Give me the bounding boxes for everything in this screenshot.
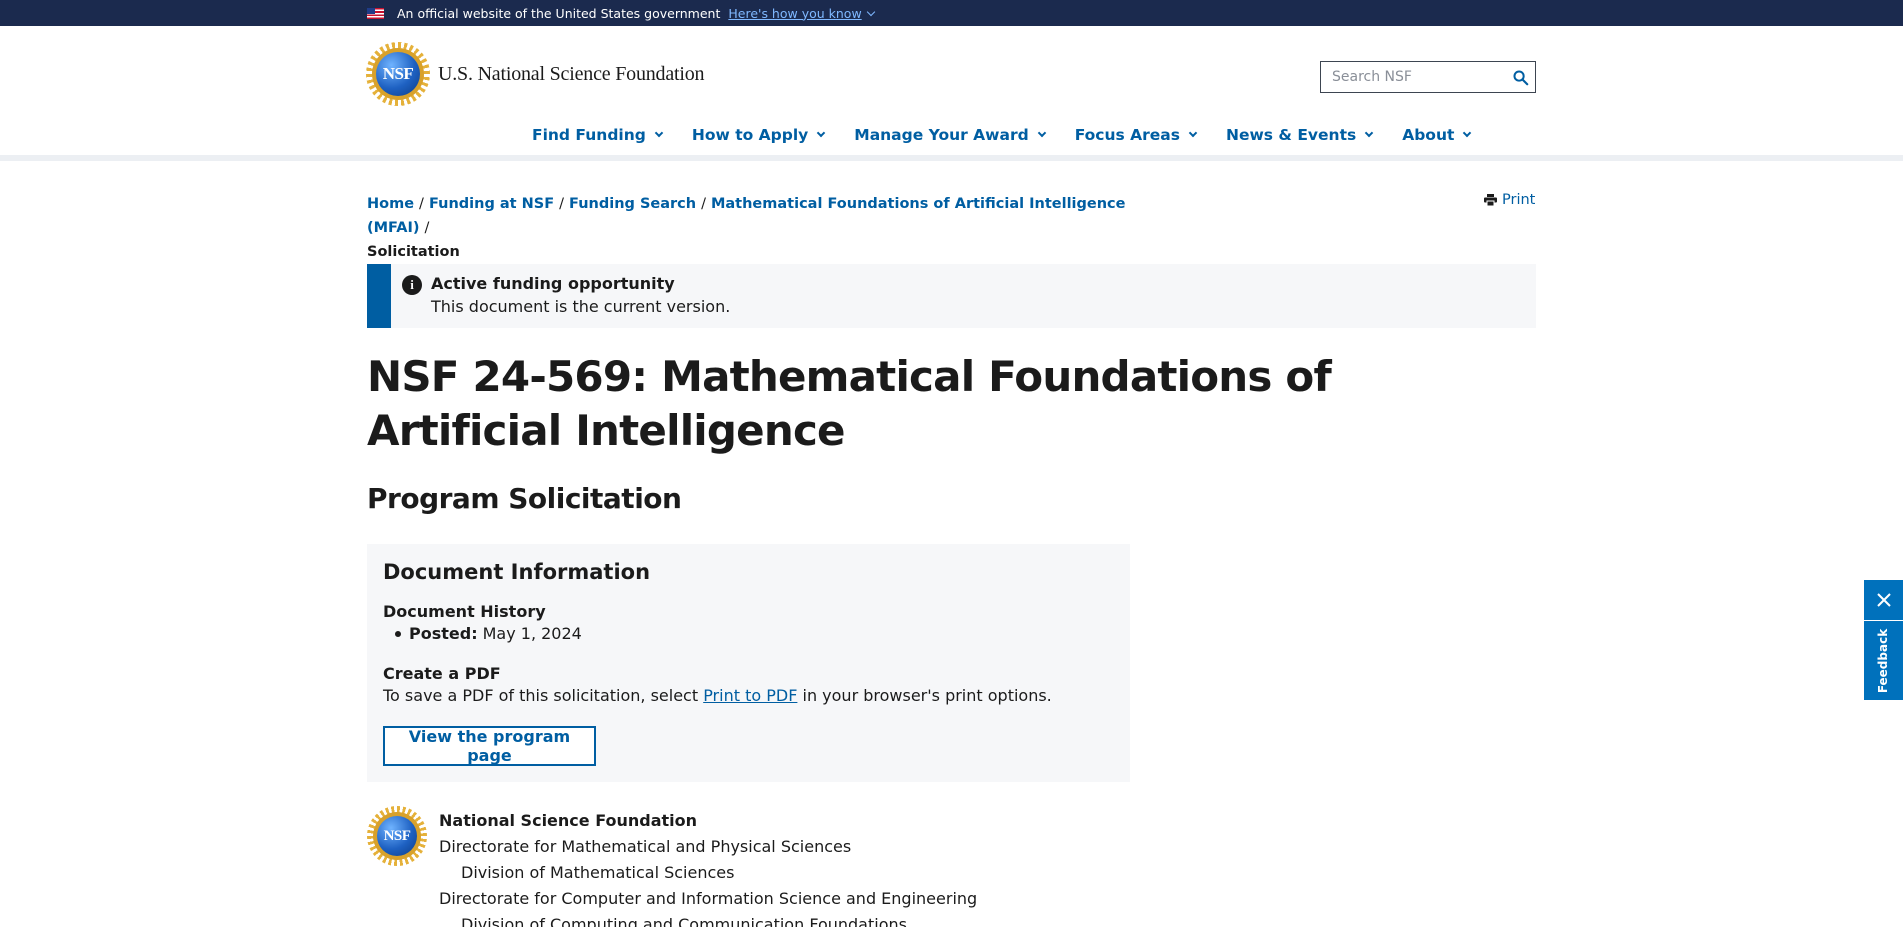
breadcrumb-separator: / (419, 196, 424, 212)
chevron-down-icon (1037, 128, 1046, 138)
us-flag-icon (367, 7, 384, 19)
page-title: NSF 24-569: Mathematical Foundations of … (367, 352, 1332, 455)
nsf-seal-icon: NSF (367, 806, 427, 866)
chevron-down-icon (817, 128, 826, 138)
breadcrumb-funding-search[interactable]: Funding Search (569, 196, 696, 212)
chevron-down-icon (654, 128, 664, 138)
site-header: NSF U.S. National Science Foundation Fin… (0, 26, 1903, 161)
breadcrumb-separator: / (701, 196, 706, 212)
alert-body: This document is the current version. (431, 297, 731, 316)
org-line-directorate-cise: Directorate for Computer and Information… (439, 889, 978, 908)
nsf-logo-link[interactable]: NSF U.S. National Science Foundation (366, 42, 705, 106)
info-icon: i (402, 275, 422, 295)
breadcrumb-current: Solicitation (367, 244, 460, 260)
heres-how-you-know-label: Here's how you know (728, 5, 862, 21)
print-to-pdf-link[interactable]: Print to PDF (703, 686, 797, 705)
org-line-division-dms: Division of Mathematical Sciences (461, 863, 735, 882)
main-nav: Find Funding How to Apply Manage Your Aw… (532, 126, 1500, 144)
pdf-text-after: in your browser's print options. (797, 686, 1052, 705)
org-line-division-ccf: Division of Computing and Communication … (461, 915, 907, 927)
pdf-text-before: To save a PDF of this solicitation, sele… (383, 686, 704, 705)
posted-item: Posted: May 1, 2024 (395, 624, 582, 643)
nav-label: Manage Your Award (854, 126, 1029, 144)
org-name: U.S. National Science Foundation (438, 62, 705, 85)
feedback-tab[interactable]: Feedback (1864, 621, 1903, 700)
breadcrumb-separator: / (559, 196, 565, 212)
heres-how-you-know-link[interactable]: Here's how you know (728, 5, 875, 21)
search-button[interactable] (1506, 62, 1535, 92)
posted-date: May 1, 2024 (482, 624, 582, 643)
nav-label: News & Events (1225, 126, 1357, 144)
gov-banner-text: An official website of the United States… (397, 5, 721, 21)
nav-how-to-apply[interactable]: How to Apply (691, 126, 826, 144)
create-pdf-heading: Create a PDF (383, 664, 501, 683)
breadcrumb-funding-at-nsf[interactable]: Funding at NSF (429, 196, 554, 212)
alert-title: Active funding opportunity (431, 274, 675, 293)
document-information-heading: Document Information (383, 560, 651, 584)
posted-label: Posted: (409, 624, 478, 643)
alert-accent-bar (367, 264, 391, 328)
search-icon (1513, 69, 1529, 85)
search-box (1320, 61, 1536, 93)
org-line-directorate-mps: Directorate for Mathematical and Physica… (439, 837, 852, 856)
breadcrumb: Home / Funding at NSF / Funding Search / Mathe… (367, 192, 1127, 264)
nav-focus-areas[interactable]: Focus Areas (1074, 126, 1198, 144)
breadcrumb-home[interactable]: Home (367, 196, 414, 212)
nsf-seal-icon: NSF (366, 42, 430, 106)
create-pdf-text: To save a PDF of this solicitation, sele… (383, 686, 1052, 705)
nav-manage-your-award[interactable]: Manage Your Award (854, 126, 1046, 144)
nav-label: About (1402, 126, 1455, 144)
close-icon (1876, 593, 1891, 607)
print-label: Print (1502, 192, 1536, 208)
gov-banner: An official website of the United States… (0, 0, 1903, 26)
nav-label: How to Apply (691, 126, 809, 144)
chevron-down-icon (1188, 128, 1198, 138)
seal-letters: NSF (383, 827, 411, 844)
chevron-down-icon (1364, 128, 1374, 138)
nav-find-funding[interactable]: Find Funding (532, 126, 664, 144)
page-subtitle: Program Solicitation (367, 482, 682, 515)
org-line-foundation: National Science Foundation (439, 811, 698, 830)
document-history-label: Document History (383, 602, 546, 621)
print-button[interactable]: Print (1484, 192, 1535, 208)
document-information-panel: Document Information Document History Po… (367, 544, 1130, 782)
active-funding-alert: i Active funding opportunity This docume… (367, 264, 1536, 328)
seal-letters: NSF (382, 64, 414, 83)
nav-label: Focus Areas (1074, 126, 1180, 144)
organization-hierarchy: National Science Foundation Directorate … (439, 808, 977, 927)
chevron-down-icon (866, 7, 875, 16)
search-input[interactable] (1321, 62, 1506, 92)
nav-label: Find Funding (532, 126, 646, 144)
bullet-icon (395, 630, 401, 637)
feedback-close-button[interactable] (1864, 580, 1903, 620)
breadcrumb-separator: / (424, 220, 430, 236)
nav-news-events[interactable]: News & Events (1225, 126, 1374, 144)
chevron-down-icon (1463, 128, 1472, 138)
nav-about[interactable]: About (1402, 126, 1472, 144)
view-program-page-button[interactable]: View the program page (383, 726, 596, 766)
printer-icon (1484, 194, 1497, 206)
feedback-label: Feedback (1876, 628, 1891, 693)
